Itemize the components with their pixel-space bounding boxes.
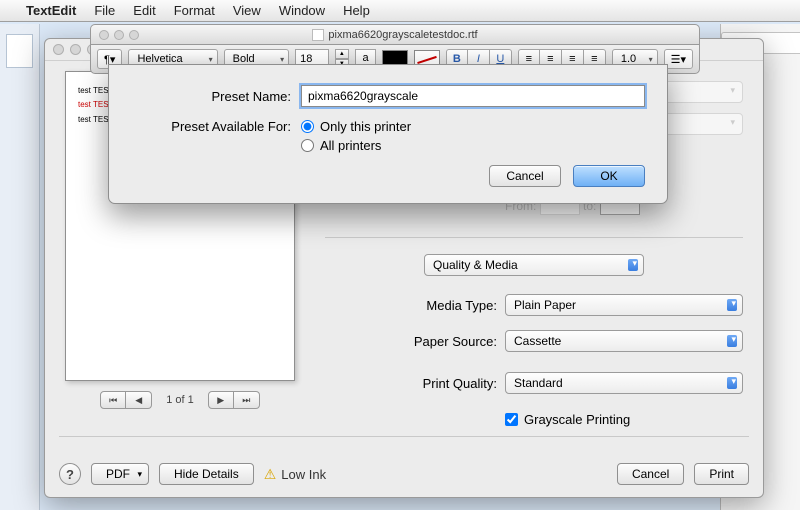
paper-source-select[interactable]: Cassette	[505, 330, 743, 352]
menu-edit[interactable]: Edit	[133, 3, 155, 18]
separator	[59, 436, 749, 437]
document-title: pixma6620grayscaletestdoc.rtf	[328, 29, 477, 41]
warning-icon: ⚠	[264, 466, 277, 483]
system-menubar: TextEdit File Edit Format View Window He…	[0, 0, 800, 22]
menu-file[interactable]: File	[94, 3, 115, 18]
background-sidebar	[0, 24, 40, 510]
menu-view[interactable]: View	[233, 3, 261, 18]
preset-ok-button[interactable]: OK	[573, 165, 645, 187]
document-titlebar[interactable]: pixma6620grayscaletestdoc.rtf	[90, 24, 700, 44]
preset-name-label: Preset Name:	[131, 89, 291, 104]
cancel-button[interactable]: Cancel	[617, 463, 684, 485]
preview-nav: ⏮ ◀ 1 of 1 ▶ ⏭	[65, 391, 295, 409]
help-button[interactable]: ?	[59, 463, 81, 485]
section-value: Quality & Media	[433, 258, 518, 272]
next-page-button[interactable]: ▶	[208, 391, 234, 409]
traffic-lights[interactable]	[99, 30, 139, 40]
paper-source-label: Paper Source:	[325, 334, 497, 349]
only-this-printer-radio[interactable]: Only this printer	[301, 119, 411, 134]
preset-available-label: Preset Available For:	[131, 119, 291, 134]
pdf-menu-button[interactable]: PDF	[91, 463, 149, 485]
hide-details-button[interactable]: Hide Details	[159, 463, 254, 485]
grayscale-checkbox[interactable]	[505, 412, 518, 427]
menu-help[interactable]: Help	[343, 3, 370, 18]
menu-format[interactable]: Format	[174, 3, 215, 18]
list-menu[interactable]: ☰▾	[664, 49, 693, 69]
first-page-button[interactable]: ⏮	[100, 391, 126, 409]
print-quality-label: Print Quality:	[325, 376, 497, 391]
separator	[325, 237, 743, 238]
app-name[interactable]: TextEdit	[26, 3, 76, 18]
preset-name-input[interactable]	[301, 85, 645, 107]
prev-page-button[interactable]: ◀	[126, 391, 152, 409]
print-section-select[interactable]: Quality & Media	[424, 254, 644, 276]
print-dialog-buttons: ? PDF Hide Details ⚠ Low Ink Cancel Prin…	[59, 463, 749, 485]
print-button[interactable]: Print	[694, 463, 749, 485]
sidebar-thumb	[6, 34, 33, 68]
preset-cancel-button[interactable]: Cancel	[489, 165, 561, 187]
all-printers-radio[interactable]: All printers	[301, 138, 411, 153]
print-quality-select[interactable]: Standard	[505, 372, 743, 394]
menu-window[interactable]: Window	[279, 3, 325, 18]
page-indicator: 1 of 1	[166, 394, 194, 406]
media-type-label: Media Type:	[325, 298, 497, 313]
last-page-button[interactable]: ⏭	[234, 391, 260, 409]
grayscale-label: Grayscale Printing	[524, 412, 630, 427]
media-type-select[interactable]: Plain Paper	[505, 294, 743, 316]
document-icon	[312, 29, 324, 41]
print-options: Quality & Media Media Type: Plain Paper …	[325, 221, 743, 427]
low-ink-warning: ⚠ Low Ink	[264, 466, 326, 483]
save-preset-dialog: Preset Name: Preset Available For: Only …	[108, 64, 668, 204]
